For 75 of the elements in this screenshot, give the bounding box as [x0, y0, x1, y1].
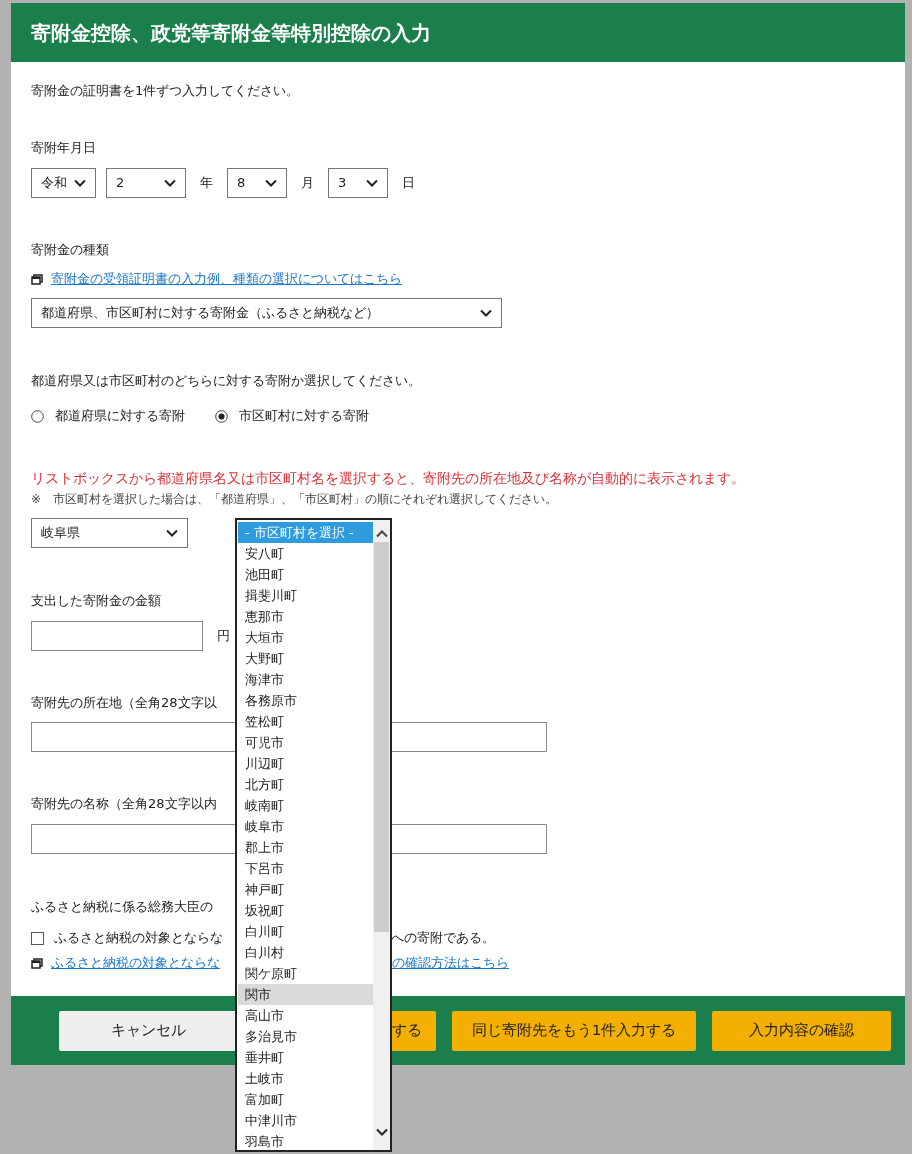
list-option[interactable]: 川辺町: [238, 753, 373, 774]
chevron-down-icon: [366, 179, 378, 187]
list-option[interactable]: 白川町: [238, 921, 373, 942]
list-option[interactable]: 恵那市: [238, 606, 373, 627]
list-option[interactable]: 各務原市: [238, 690, 373, 711]
unit-label: 日: [402, 174, 415, 192]
unit-label: 年: [200, 174, 213, 192]
checkbox-label: ふるさと納税の対象とならな: [54, 929, 224, 947]
chevron-down-icon: [480, 309, 492, 317]
list-option[interactable]: 岐南町: [238, 795, 373, 816]
field-label: 支出した寄附金の金額: [31, 592, 161, 610]
cancel-button[interactable]: キャンセル: [59, 1010, 237, 1051]
field-label: 寄附年月日: [31, 139, 96, 157]
unit-label: 月: [301, 174, 314, 192]
era-select[interactable]: 令和: [31, 168, 96, 198]
intro-text: 寄附金の証明書を1件ずつ入力してください。: [31, 82, 300, 100]
warning-text: リストボックスから都道府県名又は市区町村名を選択すると、寄附先の所在地及び名称が自動的に表示されます。: [31, 469, 745, 488]
field-label: 寄附先の名称（全角28文字以内: [31, 795, 217, 813]
year-select[interactable]: 2: [106, 168, 186, 198]
chevron-down-icon: [164, 179, 176, 187]
chevron-down-icon: [265, 179, 277, 187]
list-option[interactable]: 坂祝町: [238, 900, 373, 921]
dialog-title: 寄附金控除、政党等寄附金等特別控除の入力: [11, 3, 905, 62]
help-link[interactable]: の確認方法はこちら: [392, 953, 509, 973]
field-label: 寄附金の種類: [31, 241, 109, 259]
help-link[interactable]: ふるさと納税の対象とならな: [51, 953, 235, 973]
help-link[interactable]: 寄附金の受領証明書の入力例、種類の選択についてはこちら: [51, 269, 402, 289]
day-select[interactable]: 3: [328, 168, 388, 198]
donation-type-select[interactable]: 都道府県、市区町村に対する寄附金（ふるさと納税など）: [31, 298, 502, 328]
list-option[interactable]: 大垣市: [238, 627, 373, 648]
field-label: 寄附先の所在地（全角28文字以: [31, 694, 217, 712]
radio-button[interactable]: [215, 409, 228, 423]
list-option[interactable]: 多治見市: [238, 1026, 373, 1047]
chevron-up-icon: [375, 530, 388, 538]
list-option[interactable]: 関市: [238, 984, 373, 1005]
list-option[interactable]: 富加町: [238, 1089, 373, 1110]
note-text: ※ 市区町村を選択した場合は、「都道府県」、「市区町村」の順にそれぞれ選択してください。: [31, 491, 558, 508]
radio-button[interactable]: [31, 409, 44, 423]
list-option[interactable]: 関ケ原町: [238, 963, 373, 984]
city-dropdown-menu[interactable]: - 市区町村を選択 - 安八町 池田町 揖斐川町 恵那市 大垣市 大野町 海津市 各務原市 笠松町 可児市 川辺町 北方町 岐南町 岐阜市 郡上市 下呂市 神戸町 坂祝町 白川町 白川村 関ケ原町 関市 高山市 多治見市 垂井町 土岐市 富加町 中津川市 羽島市: [235, 518, 392, 1152]
scrollbar[interactable]: [373, 520, 390, 1150]
list-option[interactable]: 海津市: [238, 669, 373, 690]
chevron-down-icon: [166, 529, 178, 537]
list-option[interactable]: 揖斐川町: [238, 585, 373, 606]
checkbox[interactable]: [31, 931, 44, 945]
list-option[interactable]: 垂井町: [238, 1047, 373, 1068]
window-icon: [31, 957, 43, 969]
chevron-down-icon: [74, 179, 86, 187]
amount-field[interactable]: [31, 621, 203, 651]
radio-label: 市区町村に対する寄附: [239, 407, 369, 425]
list-option[interactable]: 可児市: [238, 732, 373, 753]
month-select[interactable]: 8: [227, 168, 287, 198]
list-option[interactable]: 白川村: [238, 942, 373, 963]
list-option[interactable]: 安八町: [238, 543, 373, 564]
field-label: ふるさと納税に係る総務大臣の: [31, 898, 213, 916]
prefecture-select[interactable]: 岐阜県: [31, 518, 188, 548]
question-text: 都道府県又は市区町村のどちらに対する寄附か選択してください。: [31, 372, 421, 390]
list-option[interactable]: 神戸町: [238, 879, 373, 900]
list-option[interactable]: 高山市: [238, 1005, 373, 1026]
unit-label: 円: [217, 627, 230, 645]
list-option[interactable]: 郡上市: [238, 837, 373, 858]
list-option[interactable]: 大野町: [238, 648, 373, 669]
radio-label: 都道府県に対する寄附: [55, 407, 185, 425]
action-button[interactable]: 入力内容の確認: [712, 1010, 891, 1051]
chevron-down-icon: [375, 1128, 388, 1136]
list-option[interactable]: 岐阜市: [238, 816, 373, 837]
list-option[interactable]: 土岐市: [238, 1068, 373, 1089]
list-option[interactable]: 笠松町: [238, 711, 373, 732]
list-option[interactable]: 中津川市: [238, 1110, 373, 1131]
window-icon: [31, 273, 43, 285]
list-option[interactable]: 池田町: [238, 564, 373, 585]
action-button[interactable]: 同じ寄附先をもう1件入力する: [452, 1010, 696, 1051]
list-option[interactable]: 北方町: [238, 774, 373, 795]
list-option[interactable]: 下呂市: [238, 858, 373, 879]
list-option[interactable]: 羽島市: [238, 1131, 373, 1150]
